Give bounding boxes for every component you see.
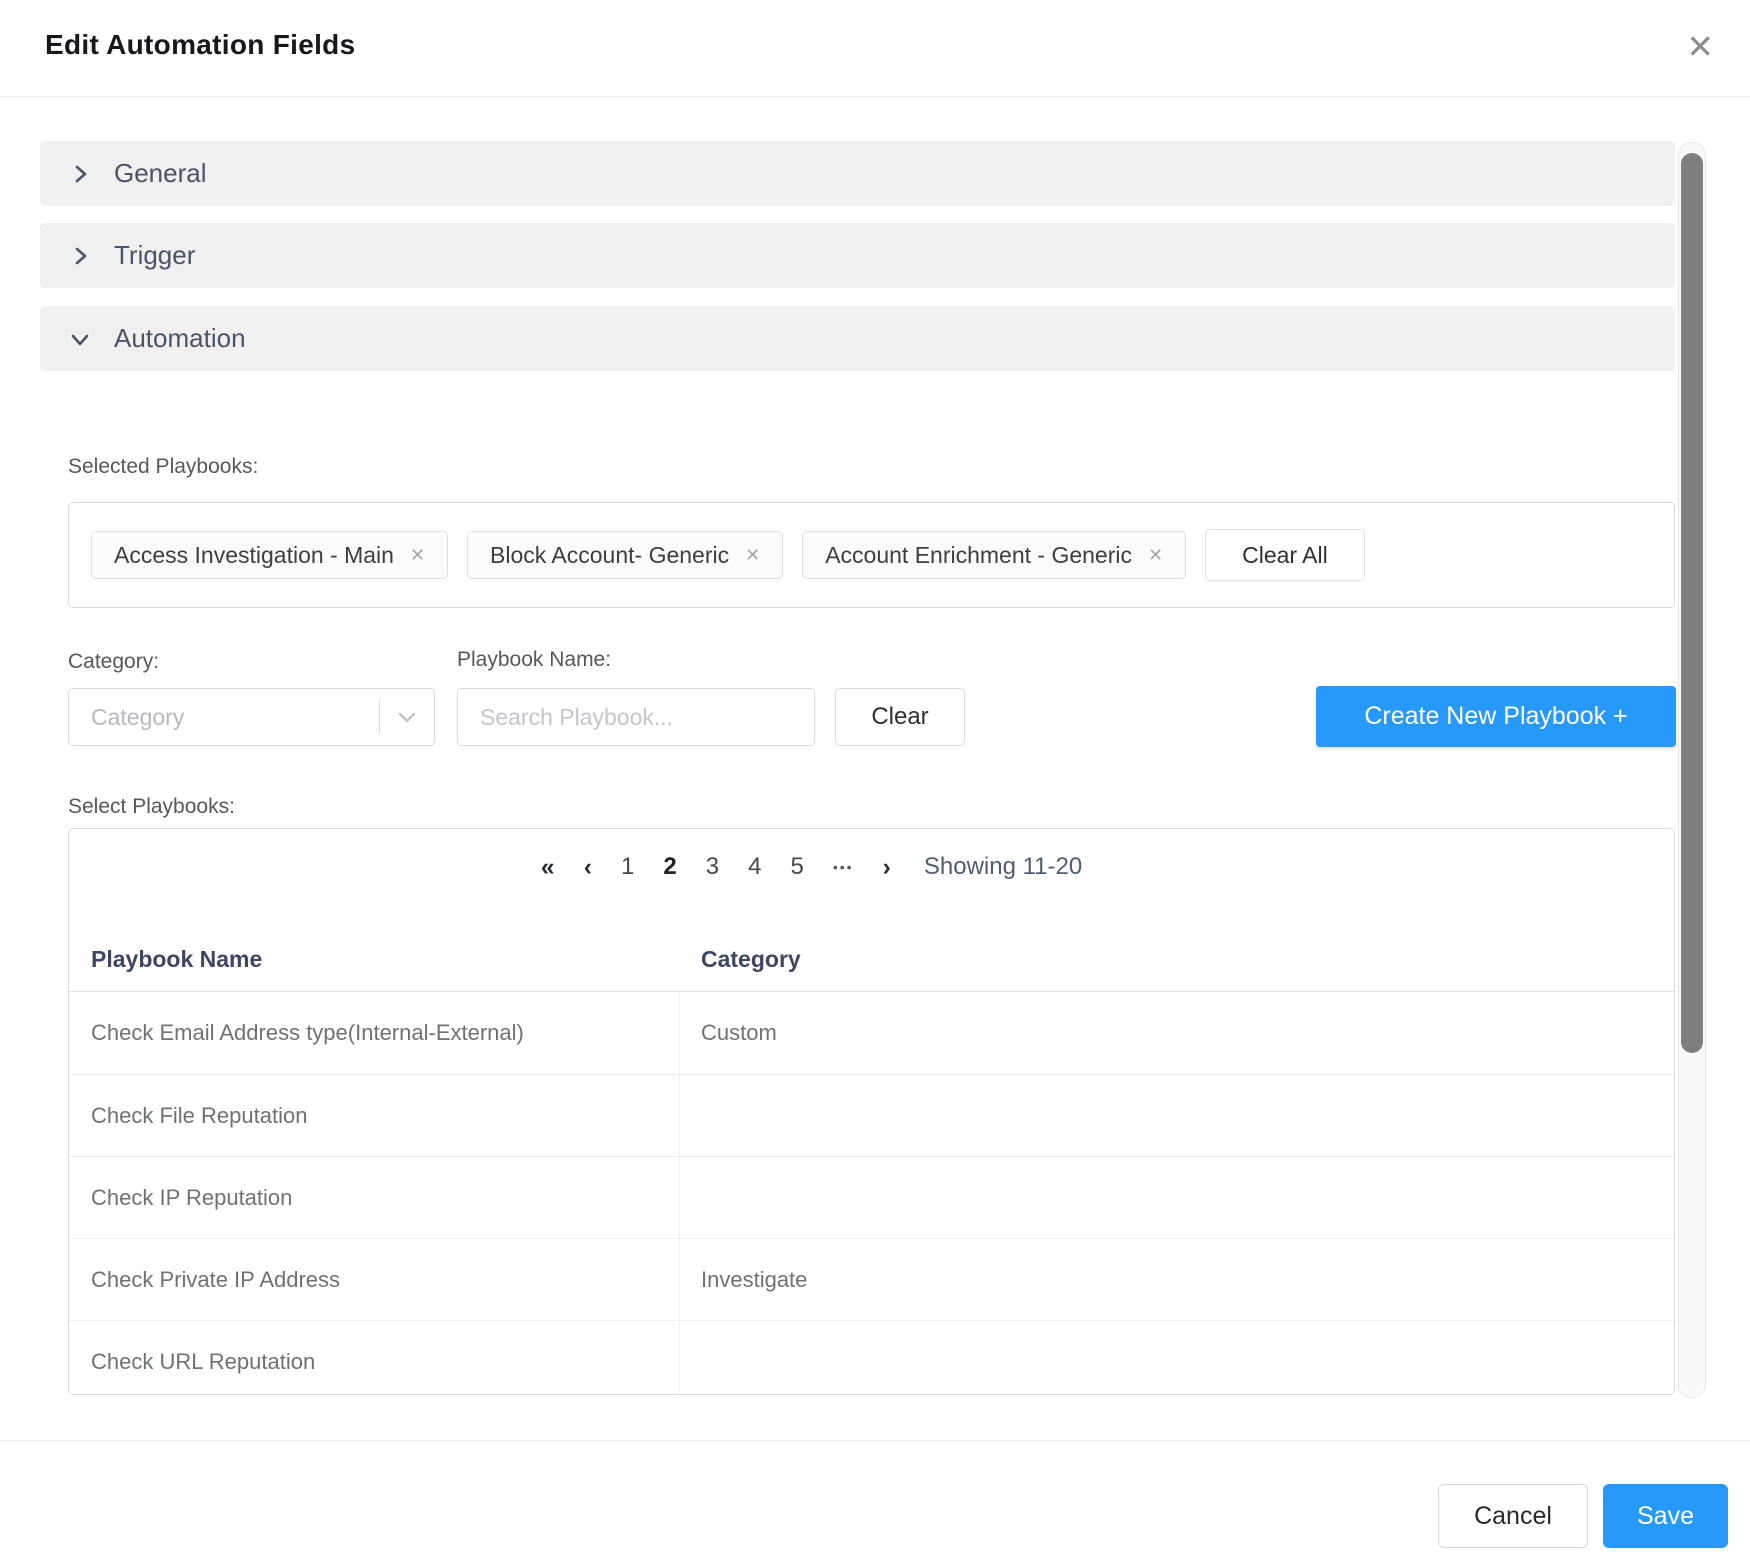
pagination-more-icon[interactable]: ••• (833, 859, 854, 875)
playbook-chip[interactable]: Access Investigation - Main ✕ (91, 531, 448, 579)
select-playbooks-label: Select Playbooks: (68, 795, 235, 819)
remove-chip-icon[interactable]: ✕ (745, 546, 760, 564)
section-trigger-label: Trigger (114, 240, 195, 271)
table-row[interactable]: Check Private IP Address Investigate (69, 1238, 1674, 1320)
section-general-label: General (114, 158, 207, 189)
column-header-category[interactable]: Category (701, 926, 801, 992)
pagination-first-icon[interactable]: « (541, 853, 555, 882)
playbook-chip[interactable]: Account Enrichment - Generic ✕ (802, 531, 1186, 579)
playbooks-table: « ‹ 1 2 3 4 5 ••• › Showing 11-20 Playbo… (68, 828, 1675, 1395)
table-row[interactable]: Check Email Address type(Internal-Extern… (69, 992, 1674, 1074)
cell-playbook-name: Check IP Reputation (91, 1157, 651, 1239)
section-automation-label: Automation (114, 323, 246, 354)
pagination-showing-text: Showing 11-20 (924, 853, 1082, 881)
section-automation[interactable]: Automation (40, 306, 1675, 371)
category-select-placeholder: Category (69, 704, 379, 731)
modal-header: Edit Automation Fields ✕ (0, 0, 1750, 97)
chevron-down-icon (69, 328, 91, 350)
scrollbar-thumb[interactable] (1681, 153, 1703, 1053)
section-general[interactable]: General (40, 141, 1675, 206)
cell-category: Custom (701, 992, 777, 1074)
section-trigger[interactable]: Trigger (40, 223, 1675, 288)
remove-chip-icon[interactable]: ✕ (410, 546, 425, 564)
column-header-playbook-name[interactable]: Playbook Name (91, 926, 262, 992)
pagination-page-2-current[interactable]: 2 (663, 853, 676, 881)
category-label: Category: (68, 650, 159, 674)
pagination-page-3[interactable]: 3 (706, 853, 719, 881)
close-icon[interactable]: ✕ (1686, 30, 1714, 63)
selected-playbooks-container: Access Investigation - Main ✕ Block Acco… (68, 502, 1675, 608)
pagination-prev-icon[interactable]: ‹ (584, 853, 592, 882)
modal-title: Edit Automation Fields (45, 29, 355, 61)
cell-playbook-name: Check URL Reputation (91, 1321, 651, 1395)
selected-playbooks-label: Selected Playbooks: (68, 455, 258, 479)
playbook-chip-label: Access Investigation - Main (114, 542, 394, 569)
table-row[interactable]: Check URL Reputation (69, 1320, 1674, 1395)
footer-divider (0, 1440, 1750, 1441)
pagination: « ‹ 1 2 3 4 5 ••• › Showing 11-20 (68, 829, 1614, 905)
remove-chip-icon[interactable]: ✕ (1148, 546, 1163, 564)
cell-category: Investigate (701, 1239, 807, 1321)
table-header-row: Playbook Name Category (69, 926, 1674, 992)
chevron-right-icon (69, 163, 91, 185)
save-button[interactable]: Save (1603, 1484, 1728, 1548)
category-select[interactable]: Category (68, 688, 435, 746)
cell-playbook-name: Check File Reputation (91, 1075, 651, 1157)
playbook-name-label: Playbook Name: (457, 648, 611, 672)
cancel-button[interactable]: Cancel (1438, 1484, 1588, 1548)
playbook-chip[interactable]: Block Account- Generic ✕ (467, 531, 783, 579)
table-row[interactable]: Check IP Reputation (69, 1156, 1674, 1238)
cell-playbook-name: Check Private IP Address (91, 1239, 651, 1321)
pagination-next-icon[interactable]: › (883, 853, 891, 882)
create-new-playbook-button[interactable]: Create New Playbook + (1316, 686, 1676, 747)
playbook-search-input[interactable] (457, 688, 815, 746)
chevron-down-icon[interactable] (380, 705, 434, 729)
chevron-right-icon (69, 245, 91, 267)
pagination-page-5[interactable]: 5 (790, 853, 803, 881)
clear-search-button[interactable]: Clear (835, 688, 965, 746)
cell-playbook-name: Check Email Address type(Internal-Extern… (91, 992, 651, 1074)
pagination-page-1[interactable]: 1 (621, 853, 634, 881)
pagination-page-4[interactable]: 4 (748, 853, 761, 881)
playbook-chip-label: Account Enrichment - Generic (825, 542, 1132, 569)
clear-all-button[interactable]: Clear All (1205, 529, 1365, 581)
table-row[interactable]: Check File Reputation (69, 1074, 1674, 1156)
playbook-chip-label: Block Account- Generic (490, 542, 729, 569)
